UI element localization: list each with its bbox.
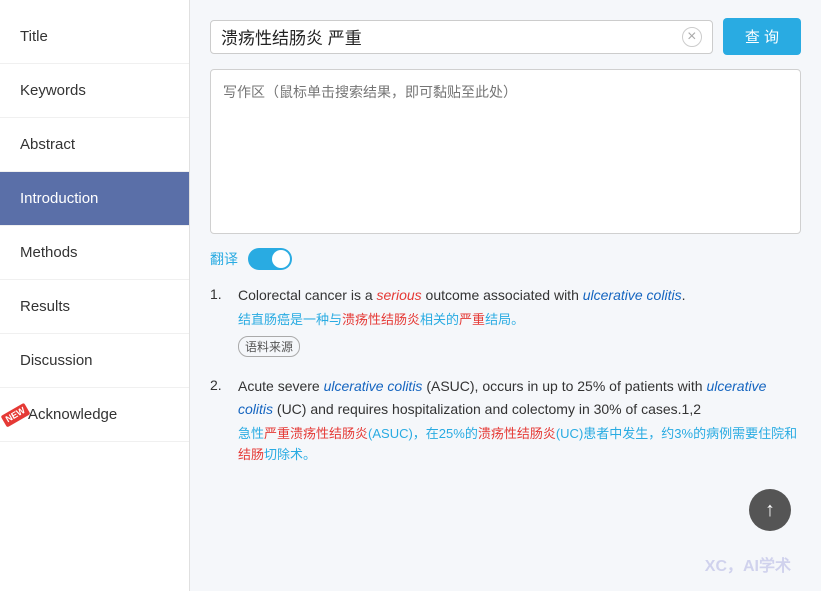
sidebar-item-label: Discussion — [20, 352, 93, 369]
sidebar-item-label: Methods — [20, 244, 78, 261]
result-num-1: 1. — [210, 284, 230, 357]
sidebar-item-label: Abstract — [20, 136, 75, 153]
sidebar-item-introduction[interactable]: Introduction — [0, 172, 189, 226]
new-badge: NEW — [1, 402, 31, 427]
sidebar-item-keywords[interactable]: Keywords — [0, 64, 189, 118]
sidebar-item-label: Keywords — [20, 82, 86, 99]
sidebar-item-acknowledge[interactable]: NEW Acknowledge — [0, 388, 189, 442]
main-content: × 查 询 翻译 1. Colorectal cancer is a serio… — [190, 0, 821, 591]
result-item-2: 2. Acute severe ulcerative colitis (ASUC… — [210, 375, 801, 465]
sidebar-item-abstract[interactable]: Abstract — [0, 118, 189, 172]
zh-highlight-severe: 严重溃疡性结肠炎 — [264, 426, 368, 441]
sidebar-item-title[interactable]: Title — [0, 10, 189, 64]
result-zh-2: 急性严重溃疡性结肠炎(ASUC)，在25%的溃疡性结肠炎(UC)患者中发生，约3… — [238, 424, 801, 466]
sidebar-item-methods[interactable]: Methods — [0, 226, 189, 280]
clear-button[interactable]: × — [682, 27, 702, 47]
highlight-uc1: ulcerative colitis — [583, 287, 682, 303]
zh-highlight-uc: 溃疡性结肠炎 — [342, 312, 420, 327]
result-en-2: Acute severe ulcerative colitis (ASUC), … — [238, 375, 801, 420]
result-content-2: Acute severe ulcerative colitis (ASUC), … — [238, 375, 801, 465]
highlight-uc3: ulcerative colitis — [238, 378, 766, 416]
result-item-1: 1. Colorectal cancer is a serious outcom… — [210, 284, 801, 357]
highlight-serious: serious — [377, 287, 422, 303]
scroll-up-button[interactable]: ↑ — [749, 489, 791, 531]
sidebar-item-label: Title — [20, 28, 48, 45]
search-input-wrapper: × — [210, 20, 713, 54]
sidebar-item-label: Introduction — [20, 190, 98, 207]
result-en-1: Colorectal cancer is a serious outcome a… — [238, 284, 801, 306]
sidebar-item-label: Acknowledge — [28, 406, 117, 423]
sidebar-item-discussion[interactable]: Discussion — [0, 334, 189, 388]
sidebar-item-label: Results — [20, 298, 70, 315]
sidebar: Title Keywords Abstract Introduction Met… — [0, 0, 190, 591]
writing-area[interactable] — [210, 69, 801, 234]
scroll-up-icon: ↑ — [765, 499, 775, 522]
result-content-1: Colorectal cancer is a serious outcome a… — [238, 284, 801, 357]
results-list: 1. Colorectal cancer is a serious outcom… — [210, 284, 801, 466]
highlight-uc2: ulcerative colitis — [324, 378, 423, 394]
zh-highlight-uc2: 溃疡性结肠炎 — [478, 426, 556, 441]
toggle-slider — [248, 248, 292, 270]
zh-highlight-colon: 结肠 — [238, 447, 264, 462]
search-bar: × 查 询 — [210, 18, 801, 55]
result-num-2: 2. — [210, 375, 230, 465]
source-tag-1[interactable]: 语料来源 — [238, 336, 300, 357]
search-button[interactable]: 查 询 — [723, 18, 801, 55]
translate-row: 翻译 — [210, 248, 801, 270]
sidebar-item-results[interactable]: Results — [0, 280, 189, 334]
zh-highlight-serious: 严重 — [459, 312, 485, 327]
result-zh-1: 结直肠癌是一种与溃疡性结肠炎相关的严重结局。 — [238, 310, 801, 331]
search-input[interactable] — [221, 27, 682, 47]
translate-toggle[interactable] — [248, 248, 292, 270]
translate-label: 翻译 — [210, 249, 238, 269]
